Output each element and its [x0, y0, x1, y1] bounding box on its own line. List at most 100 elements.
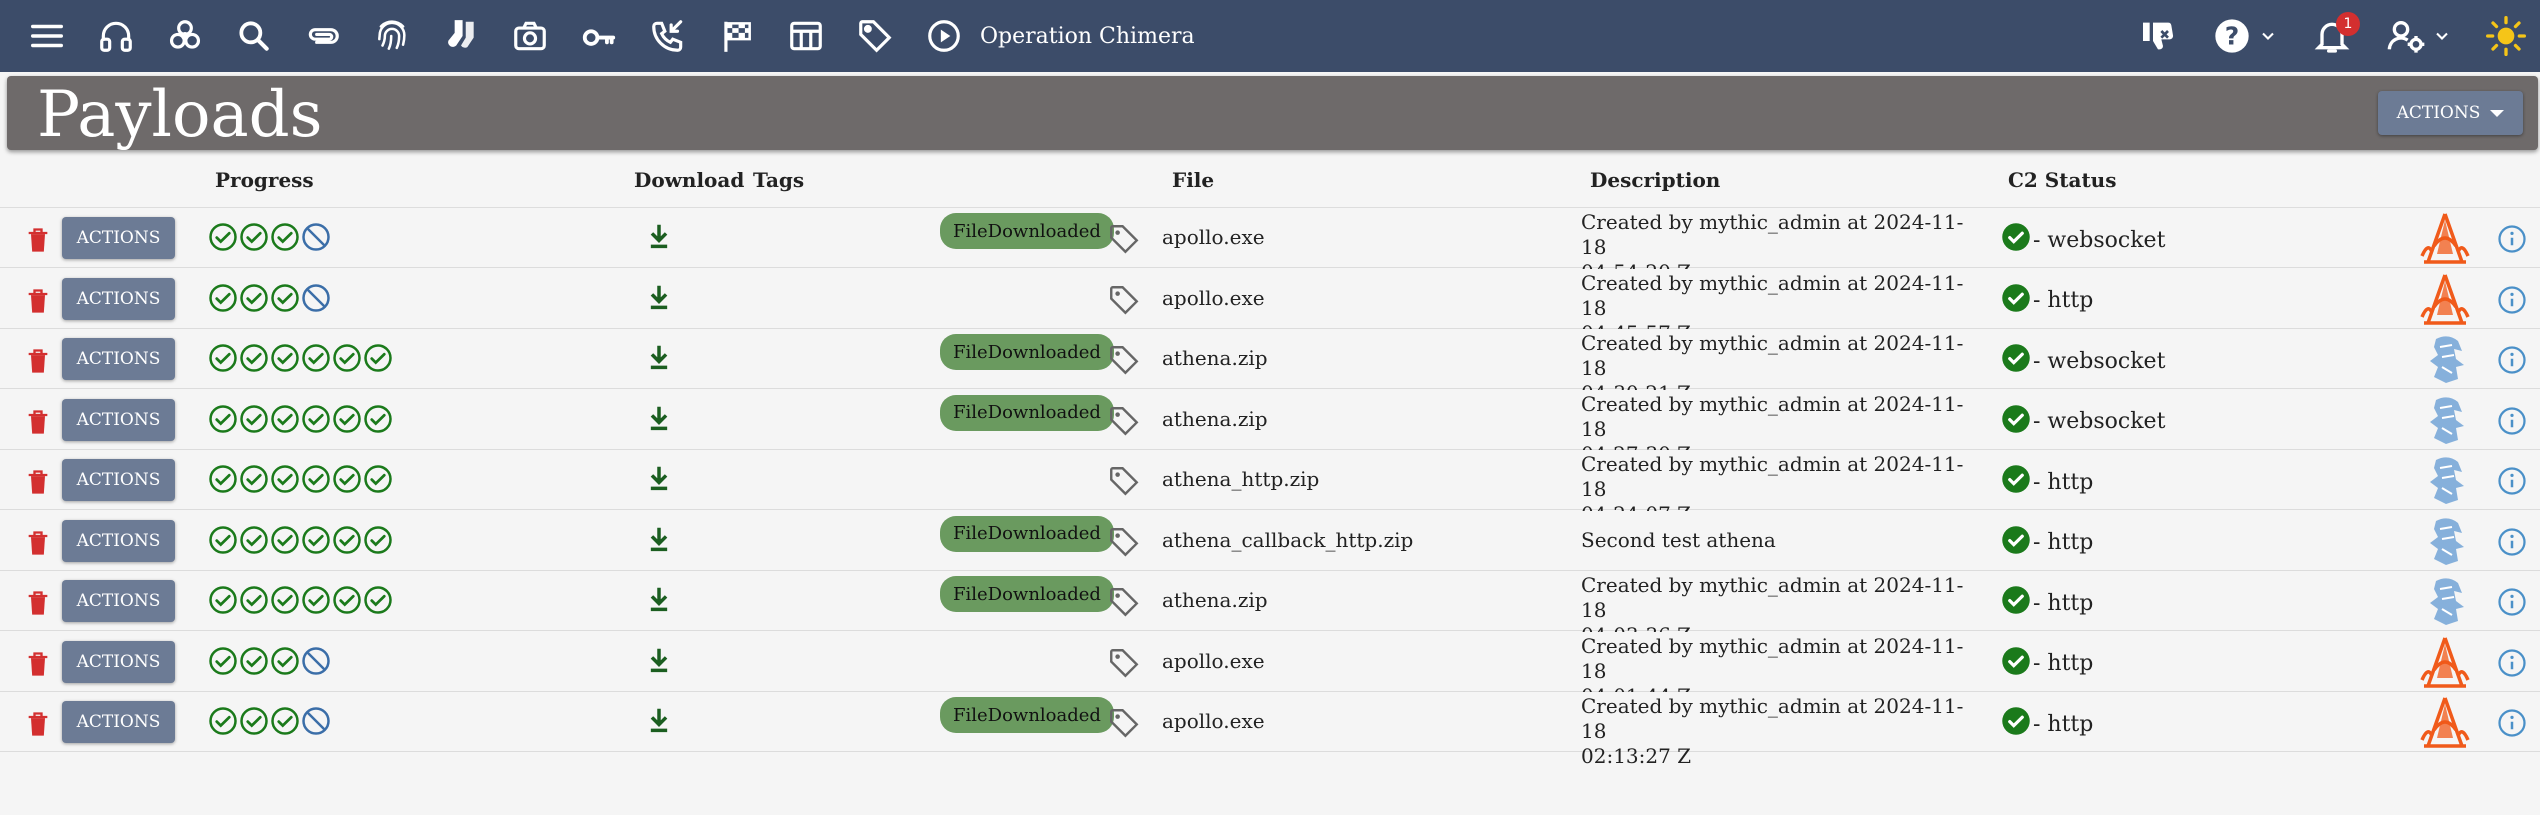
delete-trash-icon[interactable]	[26, 468, 50, 496]
tag-chip[interactable]: FileDownloaded	[940, 394, 1114, 431]
delete-trash-icon[interactable]	[26, 226, 50, 254]
info-icon[interactable]	[2497, 527, 2527, 557]
tag-chip[interactable]: FileDownloaded	[940, 213, 1114, 249]
edit-tags-icon[interactable]	[1107, 646, 1141, 680]
row-actions-button[interactable]: ACTIONS	[62, 580, 175, 622]
delete-trash-icon[interactable]	[26, 287, 50, 315]
column-header-description[interactable]: Description	[1590, 168, 1720, 192]
row-actions-button[interactable]: ACTIONS	[62, 277, 175, 320]
phone-callback-icon[interactable]	[645, 13, 691, 59]
table-icon[interactable]	[783, 13, 829, 59]
tag-chip[interactable]: FileDownloaded	[940, 515, 1114, 552]
menu-icon[interactable]	[24, 13, 70, 59]
download-icon[interactable]	[645, 283, 673, 313]
c2-status[interactable]: - http	[2001, 585, 2093, 621]
download-icon[interactable]	[645, 404, 673, 434]
info-icon[interactable]	[2497, 708, 2527, 738]
delete-trash-icon[interactable]	[26, 408, 50, 436]
c2-status[interactable]: - http	[2001, 525, 2093, 561]
search-icon[interactable]	[231, 13, 277, 59]
file-name[interactable]: apollo.exe	[1162, 225, 1265, 249]
info-icon[interactable]	[2497, 224, 2527, 254]
notifications-button[interactable]: 1	[2312, 12, 2360, 56]
payload-description[interactable]: Created by mythic_admin at 2024-11-18 02…	[1581, 694, 1981, 769]
success-check-icon	[208, 706, 239, 740]
edit-tags-icon[interactable]	[1107, 706, 1141, 740]
info-icon[interactable]	[2497, 587, 2527, 617]
row-actions-button[interactable]: ACTIONS	[62, 640, 175, 683]
edit-tags-icon[interactable]	[1107, 525, 1141, 559]
fingerprint-icon[interactable]	[369, 13, 415, 59]
edit-tags-icon[interactable]	[1107, 585, 1141, 619]
file-name[interactable]: athena_callback_http.zip	[1162, 528, 1413, 552]
column-header-download[interactable]: Download	[634, 168, 744, 192]
info-icon[interactable]	[2497, 285, 2527, 315]
biohazard-icon[interactable]	[162, 13, 208, 59]
tag-chip[interactable]: FileDownloaded	[940, 334, 1114, 370]
camera-icon[interactable]	[507, 13, 553, 59]
column-header-progress[interactable]: Progress	[215, 168, 314, 192]
row-actions-button[interactable]: ACTIONS	[62, 217, 175, 259]
socks-icon[interactable]	[438, 13, 484, 59]
c2-status[interactable]: - http	[2001, 706, 2093, 742]
row-actions-button[interactable]: ACTIONS	[62, 701, 175, 743]
key-icon[interactable]	[576, 13, 622, 59]
edit-tags-icon[interactable]	[1107, 464, 1141, 498]
column-header-file[interactable]: File	[1172, 168, 1214, 192]
c2-status[interactable]: - websocket	[2001, 404, 2165, 440]
theme-toggle-sun-icon[interactable]	[2486, 16, 2526, 56]
edit-tags-icon[interactable]	[1107, 404, 1141, 438]
c2-status[interactable]: - websocket	[2001, 222, 2165, 258]
edit-tags-icon[interactable]	[1107, 343, 1141, 377]
play-circle-icon[interactable]	[921, 13, 967, 59]
c2-status[interactable]: - http	[2001, 646, 2093, 682]
c2-status[interactable]: - websocket	[2001, 343, 2165, 379]
c2-status[interactable]: - http	[2001, 283, 2093, 319]
delete-trash-icon[interactable]	[26, 529, 50, 557]
delete-trash-icon[interactable]	[26, 347, 50, 375]
headphones-icon[interactable]	[93, 13, 139, 59]
info-icon[interactable]	[2497, 345, 2527, 375]
page-title: Payloads	[37, 78, 323, 152]
file-name[interactable]: apollo.exe	[1162, 286, 1265, 310]
file-name[interactable]: athena.zip	[1162, 346, 1268, 370]
paperclip-icon[interactable]	[300, 13, 346, 59]
tag-chip[interactable]: FileDownloaded	[940, 697, 1114, 733]
info-icon[interactable]	[2497, 466, 2527, 496]
c2-status[interactable]: - http	[2001, 464, 2093, 500]
tag-chip[interactable]: FileDownloaded	[940, 576, 1114, 612]
file-name[interactable]: athena.zip	[1162, 407, 1268, 431]
download-icon[interactable]	[645, 646, 673, 676]
file-name[interactable]: athena.zip	[1162, 588, 1268, 612]
edit-tags-icon[interactable]	[1107, 283, 1141, 317]
row-actions-button[interactable]: ACTIONS	[62, 459, 175, 501]
info-icon[interactable]	[2497, 648, 2527, 678]
delete-trash-icon[interactable]	[26, 650, 50, 678]
file-name[interactable]: apollo.exe	[1162, 649, 1265, 673]
edit-tags-icon[interactable]	[1107, 222, 1141, 256]
checkered-flag-icon[interactable]	[714, 13, 760, 59]
row-actions-button[interactable]: ACTIONS	[62, 519, 175, 562]
download-icon[interactable]	[645, 343, 673, 373]
row-actions-button[interactable]: ACTIONS	[62, 398, 175, 441]
column-header-tags[interactable]: Tags	[753, 168, 804, 192]
operation-name[interactable]: Operation Chimera	[980, 24, 1195, 49]
info-icon[interactable]	[2497, 406, 2527, 436]
download-icon[interactable]	[645, 222, 673, 252]
download-icon[interactable]	[645, 706, 673, 736]
column-header-c2-status[interactable]: C2 Status	[2008, 168, 2116, 192]
file-name[interactable]: athena_http.zip	[1162, 467, 1319, 491]
user-settings-menu[interactable]	[2386, 16, 2452, 56]
file-name[interactable]: apollo.exe	[1162, 709, 1265, 733]
download-icon[interactable]	[645, 525, 673, 555]
row-actions-button[interactable]: ACTIONS	[62, 338, 175, 380]
delete-trash-icon[interactable]	[26, 589, 50, 617]
payload-description[interactable]: Second test athena	[1581, 528, 1981, 553]
tag-icon[interactable]	[852, 13, 898, 59]
header-actions-button[interactable]: ACTIONS	[2378, 91, 2523, 135]
thumbs-down-icon[interactable]	[2138, 16, 2178, 56]
delete-trash-icon[interactable]	[26, 710, 50, 738]
help-menu[interactable]: ?	[2212, 16, 2278, 56]
download-icon[interactable]	[645, 585, 673, 615]
download-icon[interactable]	[645, 464, 673, 494]
